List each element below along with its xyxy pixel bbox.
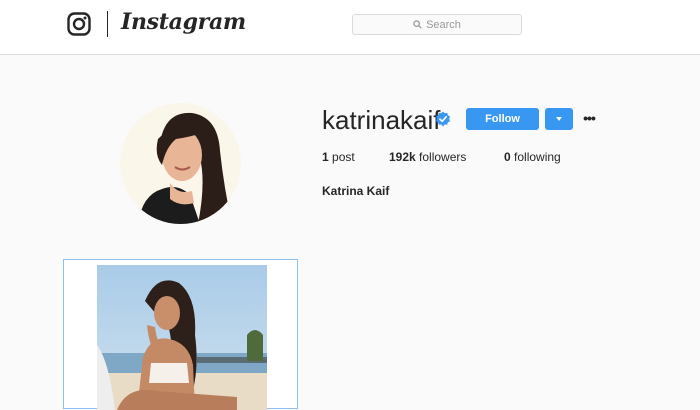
posts-label: post [332, 150, 355, 164]
profile-avatar[interactable] [120, 103, 241, 224]
search-icon [413, 20, 422, 29]
instagram-wordmark[interactable]: Instagram [121, 9, 246, 35]
top-nav-bar: Instagram Search [0, 0, 700, 55]
post-thumbnail[interactable] [63, 259, 298, 410]
verified-badge-icon [436, 111, 450, 127]
ellipsis-icon[interactable]: ••• [580, 107, 598, 129]
search-placeholder: Search [426, 18, 461, 31]
posts-stat: 1 post [322, 150, 355, 164]
instagram-camera-icon[interactable] [67, 12, 91, 36]
profile-full-name: Katrina Kaif [322, 184, 390, 198]
nav-divider [107, 11, 108, 37]
following-stat[interactable]: 0 following [504, 150, 561, 164]
search-input[interactable]: Search [352, 14, 522, 35]
chevron-down-icon [556, 117, 562, 121]
followers-stat[interactable]: 192k followers [389, 150, 466, 164]
following-label: following [514, 150, 561, 164]
followers-label: followers [419, 150, 467, 164]
suggestions-dropdown-button[interactable] [545, 108, 573, 130]
posts-count: 1 [322, 150, 329, 164]
follow-button[interactable]: Follow [466, 108, 539, 130]
following-count: 0 [504, 150, 511, 164]
post-photo [97, 265, 267, 410]
profile-username: katrinakaif [322, 105, 441, 135]
followers-count: 192k [389, 150, 416, 164]
